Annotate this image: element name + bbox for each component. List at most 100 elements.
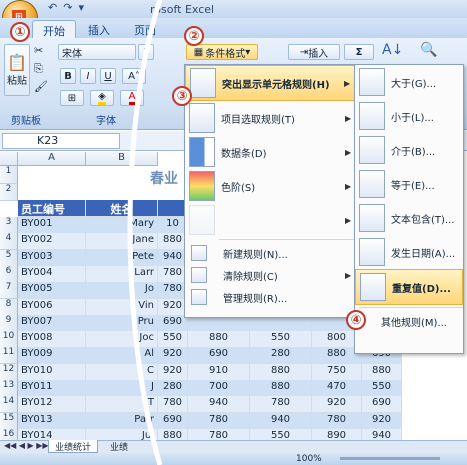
conditional-format-menu: 突出显示单元格规则(H) ▶ 项目选取规则(T) ▶ 数据条(D) ▶ 色阶(S… bbox=[184, 64, 356, 318]
row-header[interactable]: 9 bbox=[0, 315, 18, 332]
header-cell-id[interactable]: 员工编号 bbox=[18, 200, 86, 217]
table-cell-value[interactable]: 940 bbox=[250, 413, 312, 430]
table-cell-id[interactable]: BY007 bbox=[18, 315, 86, 332]
table-cell-id[interactable]: BY009 bbox=[18, 347, 86, 364]
table-cell-value[interactable]: 780 bbox=[250, 396, 312, 413]
top-bottom-icon bbox=[189, 103, 215, 133]
row-header[interactable]: 13 bbox=[0, 380, 18, 397]
row-header[interactable]: 8 bbox=[0, 299, 18, 316]
row-header[interactable]: 12 bbox=[0, 364, 18, 381]
table-cell-value[interactable]: 880 bbox=[188, 331, 250, 348]
borders-button[interactable]: ⊞ bbox=[60, 90, 84, 106]
table-cell-value[interactable]: 880 bbox=[362, 364, 402, 381]
step-marker-3: ③ bbox=[172, 86, 192, 106]
table-cell-value[interactable]: 700 bbox=[188, 380, 250, 397]
highlight-cells-icon bbox=[190, 68, 216, 98]
find-icon[interactable]: 🔍 bbox=[420, 42, 437, 58]
copy-icon[interactable]: ⎘ bbox=[34, 62, 43, 76]
submenu-item-more-rules[interactable]: 其他规则(M)... bbox=[355, 310, 463, 332]
column-header-a[interactable]: A bbox=[18, 152, 86, 166]
table-cell-value[interactable]: 690 bbox=[362, 396, 402, 413]
submenu-item-date-occurring[interactable]: 发生日期(A)... bbox=[355, 235, 463, 269]
table-cell-id[interactable]: BY011 bbox=[18, 380, 86, 397]
table-cell-value[interactable]: 880 bbox=[250, 364, 312, 381]
submenu-item-equal-to[interactable]: 等于(E)... bbox=[355, 167, 463, 201]
italic-button[interactable]: I bbox=[80, 68, 96, 84]
table-cell-id[interactable]: BY008 bbox=[18, 331, 86, 348]
submenu-item-greater-than[interactable]: 大于(G)... bbox=[355, 65, 463, 99]
row-header[interactable]: 4 bbox=[0, 233, 18, 250]
menu-item-color-scales[interactable]: 色阶(S) ▶ bbox=[185, 169, 355, 203]
chevron-down-icon: ▾ bbox=[245, 46, 251, 58]
menu-item-data-bars[interactable]: 数据条(D) ▶ bbox=[185, 135, 355, 169]
table-cell-id[interactable]: BY002 bbox=[18, 233, 86, 250]
manage-rules-icon bbox=[191, 289, 207, 305]
table-cell-id[interactable]: BY003 bbox=[18, 250, 86, 267]
table-cell-value[interactable]: 280 bbox=[250, 347, 312, 364]
bold-button[interactable]: B bbox=[60, 68, 76, 84]
table-cell-value[interactable]: 880 bbox=[250, 380, 312, 397]
sheet-nav-icon[interactable]: ◀◀ ◀ ▶ ▶▶ bbox=[4, 441, 49, 450]
table-cell-id[interactable]: BY004 bbox=[18, 266, 86, 283]
table-cell-id[interactable]: BY010 bbox=[18, 364, 86, 381]
format-painter-icon[interactable]: 🖌 bbox=[34, 80, 48, 93]
table-cell-id[interactable]: BY005 bbox=[18, 282, 86, 299]
row-header[interactable]: 11 bbox=[0, 347, 18, 364]
table-cell-value[interactable]: 550 bbox=[250, 331, 312, 348]
row-header[interactable]: 5 bbox=[0, 250, 18, 267]
row-header[interactable]: 7 bbox=[0, 282, 18, 299]
submenu-item-text-contains[interactable]: 文本包含(T)... bbox=[355, 201, 463, 235]
tab-home[interactable]: 开始 bbox=[32, 20, 76, 38]
table-cell-value[interactable]: 750 bbox=[312, 364, 362, 381]
autosum-button[interactable]: Σ bbox=[344, 44, 374, 60]
table-cell-value[interactable]: 920 bbox=[362, 413, 402, 430]
new-rule-icon bbox=[191, 245, 207, 261]
submenu-item-duplicate-values[interactable]: 重复值(D)... bbox=[355, 269, 463, 305]
table-cell-value[interactable]: 940 bbox=[188, 396, 250, 413]
menu-item-new-rule[interactable]: 新建规则(N)... bbox=[185, 242, 355, 264]
table-cell-value[interactable]: 780 bbox=[188, 413, 250, 430]
table-cell-value[interactable]: 470 bbox=[312, 380, 362, 397]
row-header[interactable]: 15 bbox=[0, 413, 18, 430]
step-marker-2: ② bbox=[184, 26, 204, 46]
table-cell-id[interactable]: BY013 bbox=[18, 413, 86, 430]
table-cell-value[interactable]: 920 bbox=[312, 396, 362, 413]
highlight-cells-submenu: 大于(G)... 小于(L)... 介于(B)... 等于(E)... 文本包含… bbox=[354, 64, 464, 354]
row-header[interactable]: 3 bbox=[0, 217, 18, 234]
select-all-corner[interactable] bbox=[0, 152, 18, 166]
qat-more-button[interactable]: ▾ bbox=[78, 1, 84, 14]
row-header[interactable]: 10 bbox=[0, 331, 18, 348]
clipboard-group-label: 剪贴板 bbox=[11, 116, 41, 127]
menu-item-clear-rules[interactable]: 清除规则(C) ▶ bbox=[185, 264, 355, 286]
submenu-item-less-than[interactable]: 小于(L)... bbox=[355, 99, 463, 133]
conditional-format-button[interactable]: ▦ 条件格式 ▾ bbox=[186, 44, 258, 60]
paste-button[interactable]: 📋 粘贴 bbox=[4, 44, 30, 96]
duplicate-values-icon bbox=[360, 273, 386, 301]
table-cell-id[interactable]: BY006 bbox=[18, 299, 86, 316]
table-cell-value[interactable]: 910 bbox=[188, 364, 250, 381]
sort-filter-icon[interactable]: A↓ bbox=[382, 42, 403, 58]
row-header[interactable]: 2 bbox=[0, 184, 18, 201]
row-header[interactable]: 1 bbox=[0, 166, 18, 184]
undo-button[interactable]: ↶ bbox=[48, 1, 57, 14]
cut-icon[interactable]: ✂ bbox=[34, 44, 43, 57]
zoom-slider[interactable] bbox=[340, 457, 440, 460]
curve-decoration bbox=[127, 0, 163, 465]
menu-item-icon-sets[interactable]: ▶ bbox=[185, 203, 355, 237]
menu-item-highlight-cells[interactable]: 突出显示单元格规则(H) ▶ bbox=[185, 65, 355, 101]
table-cell-value[interactable]: 690 bbox=[188, 347, 250, 364]
table-cell-value[interactable]: 550 bbox=[362, 380, 402, 397]
table-cell-id[interactable]: BY001 bbox=[18, 217, 86, 234]
redo-button[interactable]: ↷ bbox=[63, 1, 72, 14]
sheet-tab-active[interactable]: 业绩统计 bbox=[48, 440, 99, 453]
menu-item-manage-rules[interactable]: 管理规则(R)... bbox=[185, 286, 355, 308]
table-cell-id[interactable]: BY012 bbox=[18, 396, 86, 413]
data-bars-icon bbox=[189, 137, 215, 167]
table-cell-value[interactable]: 780 bbox=[312, 413, 362, 430]
submenu-item-between[interactable]: 介于(B)... bbox=[355, 133, 463, 167]
name-box[interactable]: K23 bbox=[2, 133, 120, 149]
menu-item-top-bottom[interactable]: 项目选取规则(T) ▶ bbox=[185, 101, 355, 135]
insert-cells-button[interactable]: ⇥ 插入 bbox=[288, 44, 340, 60]
row-header[interactable]: 14 bbox=[0, 396, 18, 413]
row-header[interactable]: 6 bbox=[0, 266, 18, 283]
